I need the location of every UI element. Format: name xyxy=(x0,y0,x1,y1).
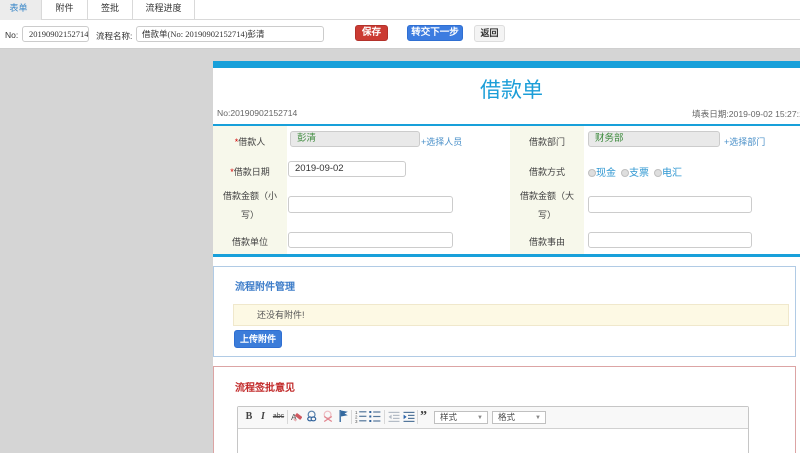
svg-text:3: 3 xyxy=(355,419,358,423)
